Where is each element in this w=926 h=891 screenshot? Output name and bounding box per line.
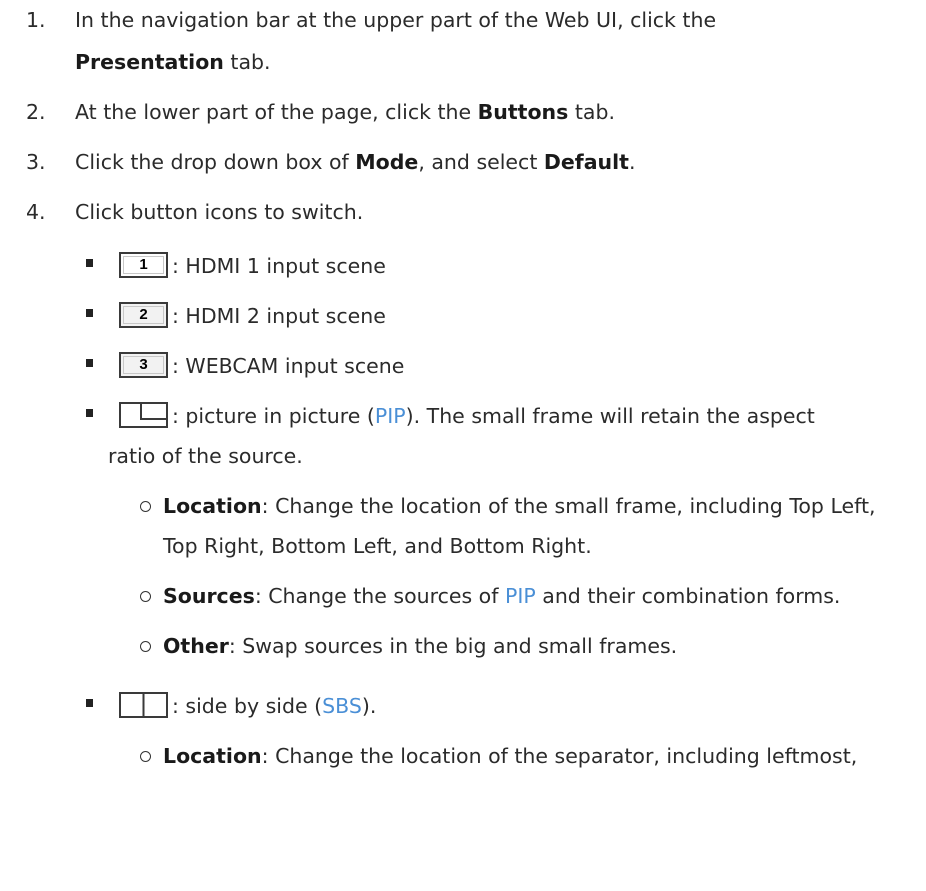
pip-option-location-continued: Top Right, Bottom Left, and Bottom Right… (163, 534, 592, 558)
step-number: 4. (26, 200, 46, 224)
scene-3-icon: 3 (119, 352, 168, 378)
option-text: : Change the sources of (254, 584, 505, 608)
item-text: ). (361, 694, 377, 718)
pip-link[interactable]: PIP (375, 404, 406, 428)
bullet-square (86, 309, 93, 317)
option-label: Other (163, 634, 229, 658)
step-text: In the navigation bar at the upper part … (75, 8, 717, 32)
list-item-sbs: : side by side (SBS). (119, 692, 376, 720)
step-text: Click button icons to switch. (75, 200, 364, 224)
item-text: : side by side ( (172, 694, 323, 718)
pip-option-other: Other: Swap sources in the big and small… (163, 632, 677, 660)
text: At the lower part of the page, click the (75, 100, 478, 124)
text: . (628, 150, 636, 174)
option-text: : Swap sources in the big and small fram… (228, 634, 678, 658)
bullet-circle (140, 641, 151, 652)
text: Click the drop down box of (75, 150, 356, 174)
list-item-webcam: 3 : WEBCAM input scene (119, 352, 404, 380)
bullet-square (86, 259, 93, 267)
bullet-circle (140, 591, 151, 602)
step-number: 1. (26, 8, 46, 32)
ui-term: Default (543, 150, 629, 174)
bullet-circle (140, 501, 151, 512)
sbs-icon-graphic (119, 692, 168, 718)
option-label: Location (163, 494, 262, 518)
option-text: : Change the location of the separator, … (261, 744, 858, 768)
text: , and select (418, 150, 544, 174)
step-text: At the lower part of the page, click the… (75, 98, 615, 126)
list-item-pip-continued: ratio of the source. (108, 444, 303, 468)
step-text: tab. (223, 50, 271, 74)
step-1-continued: Presentation tab. (75, 48, 271, 76)
list-item-hdmi2: 2 : HDMI 2 input scene (119, 302, 386, 330)
option-text: : Change the location of the small frame… (261, 494, 876, 518)
item-text: : WEBCAM input scene (172, 354, 405, 378)
list-item-hdmi1: 1 : HDMI 1 input scene (119, 252, 386, 280)
ui-term: Mode (355, 150, 419, 174)
pip-layout-icon (119, 402, 168, 428)
bullet-square (86, 699, 93, 707)
list-item-pip: : picture in picture (PIP). The small fr… (119, 402, 815, 430)
pip-option-sources: Sources: Change the sources of PIP and t… (163, 582, 840, 610)
step-number: 3. (26, 150, 46, 174)
item-text: : HDMI 2 input scene (172, 304, 386, 328)
bullet-square (86, 359, 93, 367)
sbs-layout-icon (119, 692, 168, 718)
item-text: ). The small frame will retain the aspec… (405, 404, 815, 428)
ui-term: Presentation (75, 50, 224, 74)
text: tab. (568, 100, 616, 124)
step-number: 2. (26, 100, 46, 124)
pip-option-location: Location: Change the location of the sma… (163, 492, 876, 520)
icon-label: 3 (123, 356, 164, 374)
bullet-square (86, 409, 93, 417)
bullet-circle (140, 751, 151, 762)
icon-label: 2 (123, 306, 164, 324)
sbs-option-location: Location: Change the location of the sep… (163, 742, 857, 770)
option-text: and their combination forms. (535, 584, 841, 608)
step-text: Click the drop down box of Mode, and sel… (75, 148, 636, 176)
item-text: : picture in picture ( (172, 404, 375, 428)
ui-term: Buttons (477, 100, 569, 124)
scene-2-icon: 2 (119, 302, 168, 328)
scene-1-icon: 1 (119, 252, 168, 278)
option-label: Location (163, 744, 262, 768)
document-page: 1. In the navigation bar at the upper pa… (0, 0, 926, 891)
sbs-link[interactable]: SBS (322, 694, 362, 718)
option-label: Sources (163, 584, 255, 608)
pip-icon-graphic (119, 402, 168, 428)
pip-link[interactable]: PIP (505, 584, 536, 608)
icon-label: 1 (123, 256, 164, 274)
item-text: : HDMI 1 input scene (172, 254, 386, 278)
